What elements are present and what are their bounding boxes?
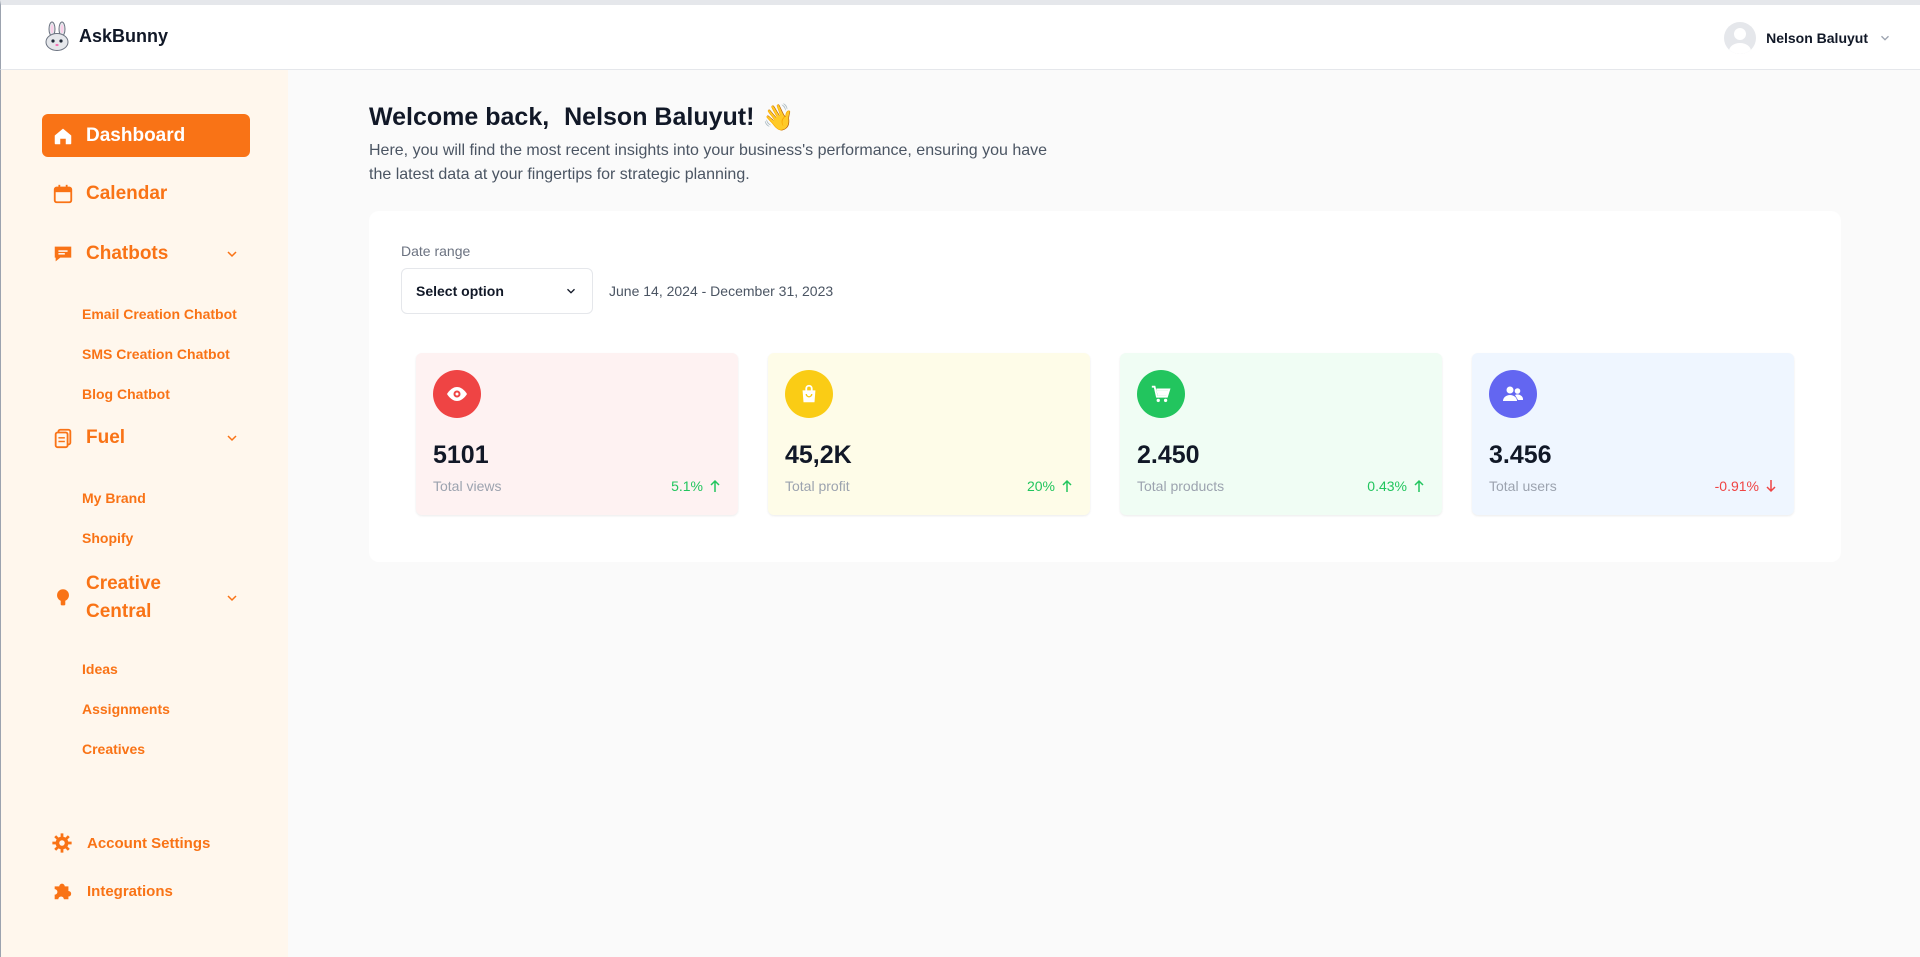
waving-hand-icon: 👋 [762, 102, 795, 132]
sidebar-subitem-shopify[interactable]: Shopify [82, 530, 133, 546]
sidebar-item-integrations[interactable]: Integrations [51, 880, 173, 902]
stat-trend: 0.43% [1367, 478, 1425, 494]
sidebar-subitem-ideas[interactable]: Ideas [82, 661, 118, 677]
page-subtitle: Here, you will find the most recent insi… [369, 142, 1048, 183]
stat-caption: Total profit [785, 478, 850, 494]
arrow-down-icon [1766, 480, 1776, 493]
stat-trend: -0.91% [1715, 478, 1777, 494]
sidebar-item-label: Creative Central [86, 573, 161, 622]
welcome-prefix: Welcome back, [369, 103, 557, 131]
cart-icon [1137, 370, 1185, 418]
sidebar-item-label: Dashboard [86, 124, 186, 146]
chevron-down-icon[interactable] [224, 430, 240, 446]
puzzle-icon [54, 883, 72, 900]
gear-icon [52, 833, 72, 853]
eye-icon [433, 370, 481, 418]
stat-caption: Total users [1489, 478, 1557, 494]
chevron-down-icon [567, 288, 575, 294]
sidebar-subitem-my-brand[interactable]: My Brand [82, 490, 146, 506]
sidebar-subitem-creatives[interactable]: Creatives [82, 741, 145, 757]
chat-icon [52, 243, 74, 265]
sidebar-item-label: Calendar [86, 183, 168, 204]
date-range-label: Date range [401, 243, 471, 259]
sidebar-subitem-blog-chatbot[interactable]: Blog Chatbot [82, 386, 170, 402]
sidebar-item-creative-central[interactable]: Creative Central [42, 570, 250, 626]
sidebar-subitem-assignments[interactable]: Assignments [82, 701, 170, 717]
sidebar-item-label: Integrations [87, 882, 173, 900]
stat-card-products: 2.450 Total products 0.43% [1120, 353, 1442, 515]
avatar [1724, 22, 1757, 54]
chevron-down-icon[interactable] [224, 246, 240, 262]
user-avatar-icon [1729, 28, 1752, 54]
sidebar-item-calendar[interactable]: Calendar [42, 180, 250, 208]
date-range-text: June 14, 2024 - December 31, 2023 [609, 283, 834, 299]
select-value: Select option [416, 283, 504, 299]
stat-card-users: 3.456 Total users -0.91% [1472, 353, 1794, 515]
chevron-down-icon [1881, 35, 1889, 41]
sidebar: Dashboard Calendar Chatbots Email Creati… [0, 70, 288, 957]
stat-value: 5101 [433, 441, 489, 469]
stats-panel: Date range Select option June 14, 2024 -… [369, 211, 1841, 562]
sidebar-item-account-settings[interactable]: Account Settings [51, 832, 210, 854]
user-menu[interactable]: Nelson Baluyut [1724, 22, 1892, 54]
date-range-select[interactable]: Select option [401, 268, 593, 314]
sidebar-subitem-email-creation-chatbot[interactable]: Email Creation Chatbot [82, 306, 237, 322]
sidebar-subitem-sms-creation-chatbot[interactable]: SMS Creation Chatbot [82, 346, 230, 362]
chevron-down-icon[interactable] [224, 590, 240, 606]
stat-value: 3.456 [1489, 441, 1552, 469]
stat-trend: 5.1% [671, 478, 721, 494]
sidebar-item-label: Chatbots [86, 243, 169, 264]
stat-caption: Total products [1137, 478, 1225, 494]
app-logo[interactable]: AskBunny [43, 21, 168, 51]
calendar-icon [52, 183, 74, 205]
stat-trend: 20% [1027, 478, 1073, 494]
users-icon [1489, 370, 1537, 418]
top-bar: AskBunny Nelson Baluyut [0, 0, 1920, 70]
sidebar-item-fuel[interactable]: Fuel [42, 424, 250, 452]
sidebar-item-label: Account Settings [87, 834, 211, 852]
welcome-user-name: Nelson Baluyut! [564, 103, 755, 131]
shopping-bag-icon [785, 370, 833, 418]
arrow-up-icon [1414, 479, 1424, 492]
arrow-up-icon [710, 479, 720, 492]
sidebar-item-chatbots[interactable]: Chatbots [42, 240, 250, 268]
user-name: Nelson Baluyut [1766, 30, 1868, 46]
stat-value: 2.450 [1137, 441, 1200, 469]
lightbulb-icon [52, 587, 74, 609]
arrow-up-icon [1062, 479, 1072, 492]
stat-card-profit: 45,2K Total profit 20% [768, 353, 1090, 515]
stat-card-views: 5101 Total views 5.1% [416, 353, 738, 515]
stat-value: 45,2K [785, 441, 852, 469]
clipboard-icon [52, 427, 74, 449]
bunny-logo-icon [45, 21, 69, 51]
page-title: Welcome back, Nelson Baluyut! 👋 [369, 102, 795, 133]
sidebar-item-dashboard[interactable]: Dashboard [42, 114, 250, 157]
app-name: AskBunny [79, 25, 169, 46]
sidebar-item-label: Fuel [86, 427, 126, 448]
home-icon [52, 125, 74, 147]
stat-caption: Total views [433, 478, 502, 494]
